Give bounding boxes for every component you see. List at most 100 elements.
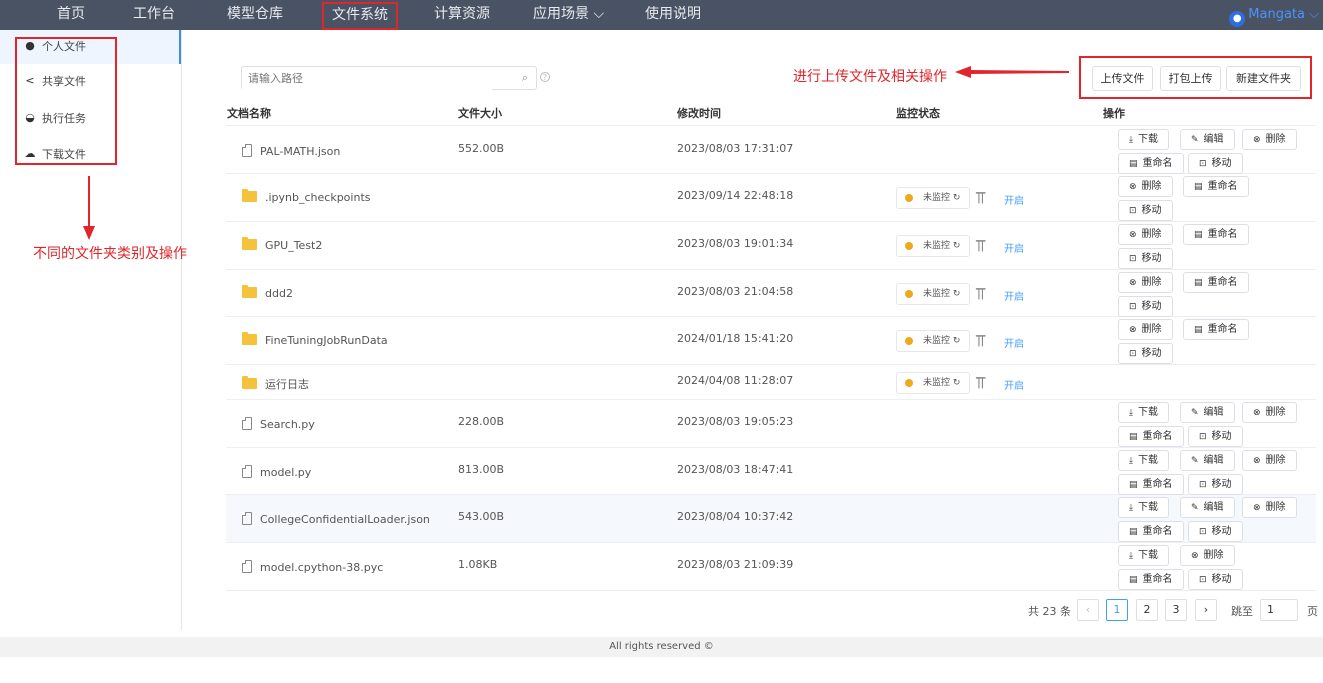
goto-page-input[interactable]: 1 bbox=[1260, 599, 1298, 621]
download-icon: ⤓ bbox=[1129, 503, 1133, 513]
table-row[interactable]: model.cpython-38.pyc 1.08KB 2023/08/03 21:… bbox=[226, 543, 1316, 591]
page-1-button[interactable]: 1 bbox=[1106, 599, 1128, 621]
top-nav-bar: 首页 工作台 模型仓库 文件系统 计算资源 应用场景 ⌵ 使用说明 ● Manga… bbox=[0, 0, 1323, 30]
nav-item-workbench[interactable]: 工作台 bbox=[133, 0, 175, 30]
monitor-open-link[interactable]: 开启 bbox=[1004, 335, 1024, 350]
file-name-cell[interactable]: FineTuningJobRunData bbox=[242, 332, 388, 347]
file-name: 运行日志 bbox=[265, 378, 309, 391]
download-button[interactable]: ⤓ 下载 bbox=[1118, 402, 1169, 423]
monitor-open-link[interactable]: 开启 bbox=[1004, 377, 1024, 392]
search-icon[interactable]: ⌕ bbox=[522, 71, 528, 85]
rename-button[interactable]: ▤ 重命名 bbox=[1183, 176, 1249, 197]
delete-button[interactable]: ⊗ 删除 bbox=[1242, 402, 1297, 423]
monitor-status-badge[interactable]: 未监控 ↻ bbox=[896, 187, 970, 209]
monitor-status-badge[interactable]: 未监控 ↻ bbox=[896, 330, 970, 352]
edit-button[interactable]: ✎ 编辑 bbox=[1180, 402, 1235, 423]
nav-item-docs[interactable]: 使用说明 bbox=[645, 0, 701, 30]
move-button[interactable]: ⊡ 移动 bbox=[1118, 200, 1173, 221]
move-icon: ⊡ bbox=[1199, 432, 1207, 442]
file-name-cell[interactable]: model.cpython-38.pyc bbox=[242, 560, 383, 574]
file-name-cell[interactable]: GPU_Test2 bbox=[242, 237, 322, 252]
rename-button[interactable]: ▤ 重命名 bbox=[1183, 319, 1249, 340]
status-dot-icon bbox=[905, 337, 913, 345]
move-button[interactable]: ⊡ 移动 bbox=[1188, 153, 1243, 174]
table-row[interactable]: CollegeConfidentialLoader.json 543.00B 202… bbox=[226, 495, 1316, 543]
move-button[interactable]: ⊡ 移动 bbox=[1188, 474, 1243, 495]
nav-item-compute[interactable]: 计算资源 bbox=[434, 0, 490, 30]
file-name-cell[interactable]: 运行日志 bbox=[242, 376, 309, 392]
table-row[interactable]: model.py 813.00B 2023/08/03 18:47:41 ⤓ 下载 ✎ 编辑… bbox=[226, 448, 1316, 495]
prev-page-button[interactable]: ‹ bbox=[1077, 599, 1099, 621]
monitor-open-link[interactable]: 开启 bbox=[1004, 288, 1024, 303]
move-button[interactable]: ⊡ 移动 bbox=[1118, 343, 1173, 364]
file-name-cell[interactable]: ddd2 bbox=[242, 285, 293, 300]
nav-item-home[interactable]: 首页 bbox=[57, 0, 85, 30]
download-button[interactable]: ⤓ 下载 bbox=[1118, 129, 1169, 150]
pack-upload-button[interactable]: 打包上传 bbox=[1160, 66, 1221, 91]
download-icon: ⤓ bbox=[1129, 456, 1133, 466]
table-row[interactable]: FineTuningJobRunData 2024/01/18 15:41:20 未… bbox=[226, 317, 1316, 365]
file-name-cell[interactable]: Search.py bbox=[242, 417, 315, 431]
file-name-cell[interactable]: model.py bbox=[242, 465, 311, 479]
table-row[interactable]: Search.py 228.00B 2023/08/03 19:05:23 ⤓ 下载 ✎ 编… bbox=[226, 400, 1316, 448]
move-button[interactable]: ⊡ 移动 bbox=[1188, 569, 1243, 590]
user-menu[interactable]: ● Mangata ⌵ bbox=[1229, 0, 1319, 30]
file-mtime: 2023/08/03 21:04:58 bbox=[677, 285, 794, 298]
rename-button[interactable]: ▤ 重命名 bbox=[1118, 474, 1184, 495]
file-name-cell[interactable]: CollegeConfidentialLoader.json bbox=[242, 512, 430, 526]
download-button[interactable]: ⤓ 下载 bbox=[1118, 497, 1169, 518]
file-name-cell[interactable]: .ipynb_checkpoints bbox=[242, 189, 371, 204]
rename-button[interactable]: ▤ 重命名 bbox=[1118, 569, 1184, 590]
delete-button[interactable]: ⊗ 删除 bbox=[1242, 129, 1297, 150]
monitor-status-badge[interactable]: 未监控 ↻ bbox=[896, 283, 970, 305]
delete-button[interactable]: ⊗ 删除 bbox=[1180, 545, 1235, 566]
delete-button[interactable]: ⊗ 删除 bbox=[1242, 450, 1297, 471]
upload-file-button[interactable]: 上传文件 bbox=[1092, 66, 1153, 91]
page-3-button[interactable]: 3 bbox=[1165, 599, 1187, 621]
file-name-cell[interactable]: PAL-MATH.json bbox=[242, 144, 340, 158]
table-row[interactable]: GPU_Test2 2023/08/03 19:01:34 未监控 ↻ ⫪ 开启 ⊗ 删除 ▤… bbox=[226, 222, 1316, 270]
move-button[interactable]: ⊡ 移动 bbox=[1118, 248, 1173, 269]
table-row[interactable]: PAL-MATH.json 552.00B 2023/08/03 17:31:07 ⤓… bbox=[226, 127, 1316, 174]
delete-icon: ⊗ bbox=[1253, 408, 1261, 418]
edit-button[interactable]: ✎ 编辑 bbox=[1180, 450, 1235, 471]
move-button[interactable]: ⊡ 移动 bbox=[1188, 426, 1243, 447]
table-row[interactable]: ddd2 2023/08/03 21:04:58 未监控 ↻ ⫪ 开启 ⊗ 删除 ▤ 重命名 ⊡ 移… bbox=[226, 270, 1316, 317]
delete-button[interactable]: ⊗ 删除 bbox=[1118, 272, 1173, 293]
move-button[interactable]: ⊡ 移动 bbox=[1118, 296, 1173, 317]
rename-button[interactable]: ▤ 重命名 bbox=[1118, 426, 1184, 447]
page-2-button[interactable]: 2 bbox=[1136, 599, 1158, 621]
nav-item-scenarios[interactable]: 应用场景 ⌵ bbox=[533, 0, 604, 30]
download-button[interactable]: ⤓ 下载 bbox=[1118, 450, 1169, 471]
footer: All rights reserved © bbox=[0, 637, 1323, 657]
monitor-status-badge[interactable]: 未监控 ↻ bbox=[896, 372, 970, 394]
file-name: ddd2 bbox=[265, 287, 293, 300]
delete-button[interactable]: ⊗ 删除 bbox=[1118, 176, 1173, 197]
table-row[interactable]: 运行日志 2024/04/08 11:28:07 未监控 ↻ ⫪ 开启 bbox=[226, 365, 1316, 400]
download-button[interactable]: ⤓ 下载 bbox=[1118, 545, 1169, 566]
delete-button[interactable]: ⊗ 删除 bbox=[1242, 497, 1297, 518]
rename-icon: ▤ bbox=[1129, 432, 1138, 442]
edit-button[interactable]: ✎ 编辑 bbox=[1180, 497, 1235, 518]
monitor-open-link[interactable]: 开启 bbox=[1004, 192, 1024, 207]
op-label: 编辑 bbox=[1203, 134, 1224, 145]
move-button[interactable]: ⊡ 移动 bbox=[1188, 521, 1243, 542]
monitor-status-badge[interactable]: 未监控 ↻ bbox=[896, 235, 970, 257]
delete-button[interactable]: ⊗ 删除 bbox=[1118, 319, 1173, 340]
file-size: 543.00B bbox=[458, 510, 505, 523]
monitor-open-link[interactable]: 开启 bbox=[1004, 240, 1024, 255]
new-folder-button[interactable]: 新建文件夹 bbox=[1226, 66, 1301, 91]
rename-button[interactable]: ▤ 重命名 bbox=[1183, 272, 1249, 293]
edit-button[interactable]: ✎ 编辑 bbox=[1180, 129, 1235, 150]
nav-item-model-repo[interactable]: 模型仓库 bbox=[227, 0, 283, 30]
help-icon[interactable]: ? bbox=[540, 72, 550, 82]
rename-button[interactable]: ▤ 重命名 bbox=[1183, 224, 1249, 245]
file-mtime: 2023/08/04 10:37:42 bbox=[677, 510, 794, 523]
rename-button[interactable]: ▤ 重命名 bbox=[1118, 153, 1184, 174]
nav-item-file-system[interactable]: 文件系统 bbox=[322, 2, 398, 30]
rename-button[interactable]: ▤ 重命名 bbox=[1118, 521, 1184, 542]
path-search-input[interactable] bbox=[242, 68, 492, 90]
delete-button[interactable]: ⊗ 删除 bbox=[1118, 224, 1173, 245]
table-row[interactable]: .ipynb_checkpoints 2023/09/14 22:48:18 未监控… bbox=[226, 174, 1316, 222]
next-page-button[interactable]: › bbox=[1195, 599, 1217, 621]
